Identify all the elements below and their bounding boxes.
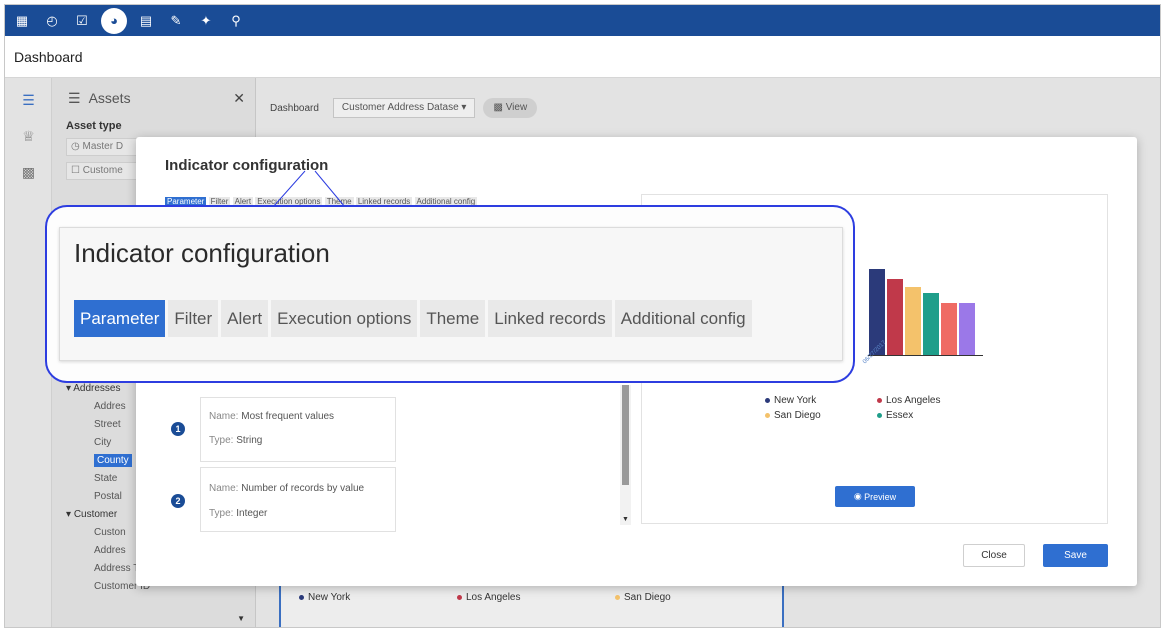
tab-linked-records[interactable]: Linked records: [488, 300, 612, 337]
tab-execution-options[interactable]: Execution options: [271, 300, 418, 337]
app-window: ▦ ◴ ☑ ◕ ▤ ✎ ✦ ⚲ Dashboard ☰ ♕ ▩ ☰ Assets…: [4, 4, 1161, 628]
tab-additional-config[interactable]: Additional config: [614, 300, 752, 337]
zoomed-modal-header: Indicator configuration Parameter Filter…: [59, 227, 843, 361]
connector-line-right: [314, 170, 346, 208]
tab-alert[interactable]: Alert: [221, 300, 269, 337]
connector-line-left: [272, 170, 306, 208]
tab-parameter[interactable]: Parameter: [74, 300, 166, 337]
zoomed-tabs: Parameter Filter Alert Execution options…: [74, 300, 755, 337]
zoomed-modal-title: Indicator configuration: [74, 238, 330, 268]
tab-filter[interactable]: Filter: [168, 300, 219, 337]
zoom-callout: Indicator configuration Parameter Filter…: [45, 205, 855, 383]
tab-theme[interactable]: Theme: [420, 300, 486, 337]
